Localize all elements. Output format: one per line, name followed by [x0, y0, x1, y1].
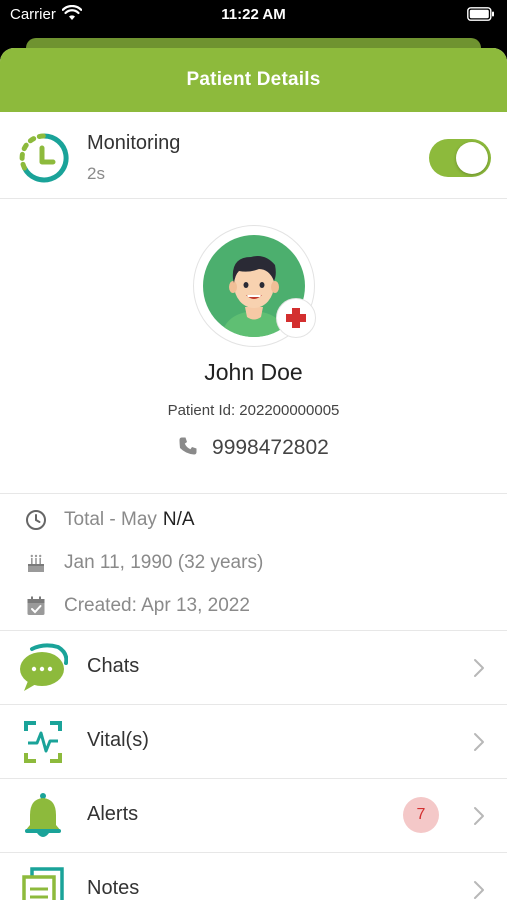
patient-details-sheet: Patient Details Monitoring 2s John Doe P…	[0, 48, 507, 900]
date-of-birth: Jan 11, 1990 (32 years)	[64, 552, 264, 573]
monitoring-toggle[interactable]	[429, 139, 491, 177]
notes-icon	[18, 865, 68, 900]
calendar-check-icon	[24, 594, 48, 618]
menu-item-chats[interactable]: Chats	[0, 631, 507, 705]
avatar	[193, 225, 316, 347]
header-bar: Patient Details	[0, 48, 507, 112]
menu-item-vitals[interactable]: Vital(s)	[0, 705, 507, 779]
birthday-cake-icon	[24, 551, 48, 575]
medical-cross-icon	[276, 298, 316, 338]
alerts-label: Alerts	[87, 803, 139, 825]
page-title: Patient Details	[186, 69, 321, 90]
total-value: N/A	[162, 509, 195, 530]
monitoring-row: Monitoring 2s	[0, 112, 507, 199]
total-row: Total - May N/A	[24, 508, 195, 532]
created-row: Created: Apr 13, 2022	[24, 594, 250, 618]
notes-label: Notes	[87, 877, 140, 899]
total-label: Total - May	[64, 509, 157, 530]
monitoring-interval: 2s	[87, 164, 105, 183]
patient-id: Patient Id: 202200000005	[167, 402, 340, 419]
status-bar: Carrier 11:22 AM	[0, 0, 507, 30]
patient-name: John Doe	[204, 359, 303, 385]
menu-item-notes[interactable]: Notes	[0, 853, 507, 900]
phone-number: 9998472802	[212, 436, 329, 459]
chevron-right-icon	[473, 732, 485, 757]
heartbeat-monitor-icon	[18, 717, 68, 767]
alerts-count-badge: 7	[403, 797, 439, 833]
dob-row: Jan 11, 1990 (32 years)	[24, 551, 263, 575]
vitals-label: Vital(s)	[87, 729, 149, 751]
menu-item-alerts[interactable]: Alerts 7	[0, 779, 507, 853]
toggle-knob	[456, 142, 488, 174]
chevron-right-icon	[473, 806, 485, 831]
clock-icon	[24, 508, 48, 532]
patient-profile: John Doe Patient Id: 202200000005 999847…	[0, 199, 507, 494]
monitoring-label: Monitoring	[87, 132, 181, 154]
bell-icon	[18, 791, 68, 841]
chevron-right-icon	[473, 658, 485, 683]
chats-label: Chats	[87, 655, 140, 677]
battery-icon	[467, 7, 495, 26]
phone-icon	[178, 436, 212, 459]
clock-time: 11:22 AM	[221, 6, 286, 23]
patient-phone[interactable]: 9998472802	[0, 436, 507, 460]
chat-bubble-icon	[18, 643, 69, 693]
patient-info-section: Total - May N/A Jan 11, 1990 (32 years)	[0, 494, 507, 631]
chevron-right-icon	[473, 880, 485, 900]
monitoring-timer-icon	[18, 132, 70, 189]
created-date: Created: Apr 13, 2022	[64, 595, 250, 616]
